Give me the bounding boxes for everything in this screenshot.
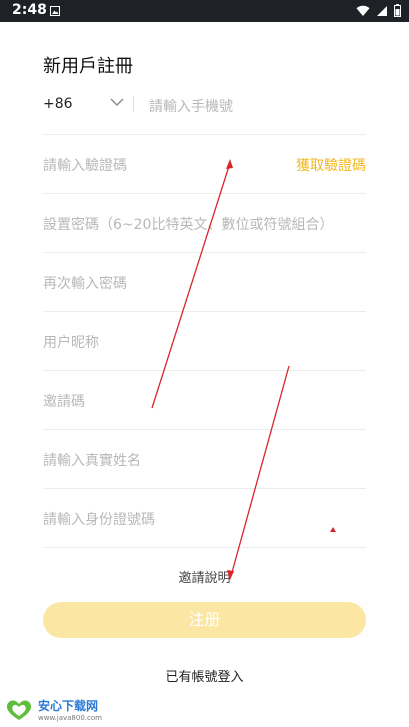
wifi-icon [356, 5, 370, 16]
password-input[interactable]: 設置密碼（6~20比特英文、數位或符號組合） [43, 214, 333, 234]
id-number-field[interactable]: 請輸入身份證號碼 [43, 489, 366, 548]
invite-code-field[interactable]: 邀請碼 [43, 371, 366, 430]
divider [133, 96, 134, 112]
nickname-input[interactable]: 用户昵称 [43, 332, 99, 352]
watermark-logo-icon [6, 699, 32, 720]
register-button[interactable]: 注册 [43, 602, 366, 638]
real-name-input[interactable]: 請輸入真實姓名 [43, 450, 141, 470]
watermark: 安心下载网 www.java800.com [4, 697, 102, 722]
invite-code-input[interactable]: 邀請碼 [43, 391, 85, 411]
nickname-field[interactable]: 用户昵称 [43, 312, 366, 371]
phone-input[interactable]: 請輸入手機號 [149, 96, 233, 116]
id-number-input[interactable]: 請輸入身份證號碼 [43, 509, 155, 529]
real-name-field[interactable]: 請輸入真實姓名 [43, 430, 366, 489]
battery-icon [394, 4, 401, 17]
invite-explanation-link[interactable]: 邀請說明 [0, 567, 409, 586]
get-code-button[interactable]: 獲取驗證碼 [296, 155, 366, 175]
status-time: 2:48 [12, 2, 47, 18]
chevron-down-icon[interactable] [110, 98, 124, 107]
watermark-url: www.java800.com [38, 714, 102, 722]
image-icon [50, 6, 60, 16]
verification-code-field[interactable]: 請輸入驗證碼 獲取驗證碼 [43, 135, 366, 194]
password-field[interactable]: 設置密碼（6~20比特英文、數位或符號組合） [43, 194, 366, 253]
verification-code-input[interactable]: 請輸入驗證碼 [43, 155, 127, 175]
page-title: 新用戶註冊 [43, 56, 133, 77]
watermark-name: 安心下载网 [38, 699, 99, 713]
confirm-password-field[interactable]: 再次輸入密碼 [43, 253, 366, 312]
phone-field[interactable]: +86 請輸入手機號 [43, 76, 366, 135]
signal-icon [377, 5, 387, 16]
status-bar: 2:48 [0, 0, 409, 22]
login-link[interactable]: 已有帳號登入 [0, 666, 409, 685]
country-code[interactable]: +86 [43, 96, 73, 112]
confirm-password-input[interactable]: 再次輸入密碼 [43, 273, 127, 293]
